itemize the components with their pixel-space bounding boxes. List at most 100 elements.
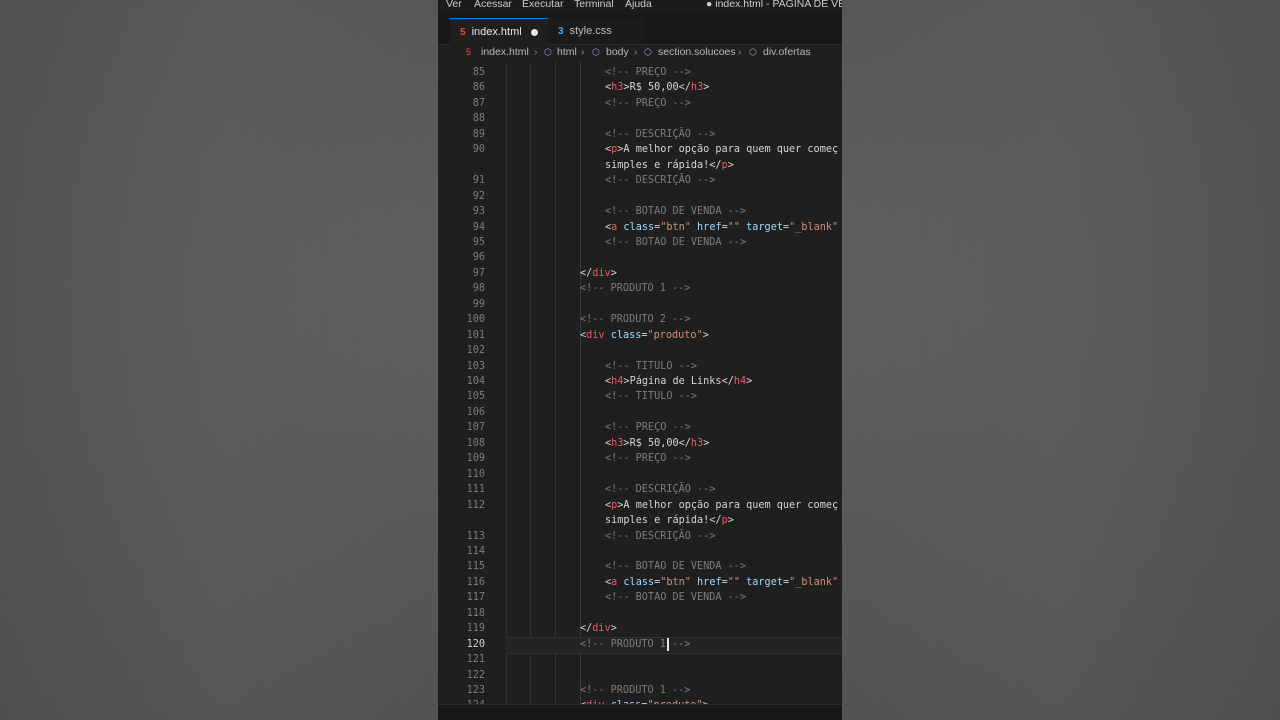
line-number: 119 bbox=[466, 623, 485, 635]
tab-index-html[interactable]: 5 index.html bbox=[450, 18, 548, 45]
line-number: 96 bbox=[472, 252, 485, 264]
chevron-right-icon: › bbox=[581, 46, 585, 58]
line-number: 87 bbox=[472, 97, 485, 109]
code-line[interactable]: <!-- TITULO --> bbox=[605, 391, 697, 402]
line-number: 116 bbox=[466, 576, 485, 588]
tab-style-css[interactable]: 3 style.css bbox=[548, 18, 644, 44]
code-line[interactable]: <a class="btn" href="" target="_blank" bbox=[605, 577, 838, 588]
code-line[interactable]: <p>A melhor opção para quem quer começ bbox=[605, 144, 838, 155]
line-number: 123 bbox=[466, 685, 485, 696]
line-number: 88 bbox=[472, 113, 485, 125]
code-line[interactable]: <!-- TITULO --> bbox=[605, 361, 697, 372]
element-icon: ⬡ bbox=[644, 47, 652, 57]
element-icon: ⬡ bbox=[749, 47, 757, 57]
code-line[interactable]: <!-- BOTAO DE VENDA --> bbox=[605, 561, 746, 572]
code-line[interactable]: <h3>R$ 50,00</h3> bbox=[605, 82, 709, 93]
line-number: 103 bbox=[466, 360, 485, 372]
line-number: 114 bbox=[466, 545, 485, 557]
breadcrumb-item-section[interactable]: section.solucoes bbox=[658, 46, 736, 58]
tab-label: style.css bbox=[569, 25, 612, 37]
line-number: 97 bbox=[472, 267, 485, 279]
code-line[interactable]: simples e rápida!</p> bbox=[605, 160, 734, 171]
menu-item-ver[interactable]: Ver bbox=[446, 0, 462, 10]
code-line[interactable]: <p>A melhor opção para quem quer começ bbox=[605, 500, 838, 511]
html-file-icon: 5 bbox=[460, 26, 466, 38]
code-line[interactable]: <h4>Página de Links</h4> bbox=[605, 376, 752, 387]
text-cursor bbox=[667, 637, 669, 651]
line-number: 112 bbox=[466, 499, 485, 511]
html-file-icon: 5 bbox=[466, 47, 472, 57]
line-number: 105 bbox=[466, 391, 485, 403]
code-line[interactable]: <h3>R$ 50,00</h3> bbox=[605, 438, 709, 449]
line-number: 121 bbox=[466, 654, 485, 666]
menu-item-terminal[interactable]: Terminal bbox=[574, 0, 614, 10]
line-number: 85 bbox=[472, 67, 485, 78]
line-number: 98 bbox=[472, 283, 485, 295]
line-number: 86 bbox=[472, 82, 485, 94]
line-number: 94 bbox=[472, 221, 485, 233]
code-line[interactable]: <!-- BOTAO DE VENDA --> bbox=[605, 237, 746, 248]
breadcrumb-item-body[interactable]: body bbox=[606, 46, 629, 58]
window-title: ● index.html - PAGINA DE VEND bbox=[706, 0, 842, 10]
code-line[interactable]: <!-- PREÇO --> bbox=[605, 67, 691, 78]
line-number: 100 bbox=[466, 314, 485, 326]
line-number: 104 bbox=[466, 376, 485, 387]
code-line[interactable]: <!-- PREÇO --> bbox=[605, 98, 691, 109]
code-line[interactable]: <!-- DESCRIÇÃO --> bbox=[605, 129, 715, 140]
tab-label: index.html bbox=[471, 26, 522, 38]
line-number: 108 bbox=[466, 437, 485, 449]
line-number: 115 bbox=[466, 561, 485, 573]
code-line[interactable]: <a class="btn" href="" target="_blank" bbox=[605, 222, 838, 233]
horizontal-scrollbar[interactable] bbox=[438, 704, 842, 720]
breadcrumb-item-div[interactable]: div.ofertas bbox=[763, 46, 811, 58]
menu-bar: Ver Acessar Executar Terminal Ajuda ● in… bbox=[438, 0, 842, 14]
css-file-icon: 3 bbox=[558, 25, 564, 37]
menu-item-acessar[interactable]: Acessar bbox=[474, 0, 512, 10]
line-number: 110 bbox=[466, 468, 485, 480]
code-line[interactable]: <!-- PREÇO --> bbox=[605, 453, 691, 464]
line-number: 109 bbox=[466, 453, 485, 465]
code-line[interactable]: <!-- PRODUTO 1 --> bbox=[580, 685, 690, 696]
code-line[interactable]: simples e rápida!</p> bbox=[605, 515, 734, 526]
line-number: 117 bbox=[466, 592, 485, 604]
code-line[interactable]: <!-- DESCRIÇÃO --> bbox=[605, 175, 715, 186]
element-icon: ⬡ bbox=[544, 47, 552, 57]
line-number: 101 bbox=[466, 329, 485, 341]
code-line[interactable]: </div> bbox=[580, 623, 617, 634]
tab-bar: 5 index.html 3 style.css bbox=[438, 14, 842, 45]
line-number: 107 bbox=[466, 422, 485, 434]
breadcrumb-item-file[interactable]: index.html bbox=[481, 46, 529, 58]
code-line[interactable]: <!-- BOTAO DE VENDA --> bbox=[605, 206, 746, 217]
breadcrumb: 5 index.html › ⬡ html › ⬡ body › ⬡ secti… bbox=[438, 45, 842, 62]
line-number: 102 bbox=[466, 345, 485, 357]
line-number: 106 bbox=[466, 406, 485, 418]
breadcrumb-item-html[interactable]: html bbox=[557, 46, 577, 58]
chevron-right-icon: › bbox=[534, 46, 538, 58]
line-number: 91 bbox=[472, 175, 485, 187]
code-line[interactable]: <!-- PRODUTO 1 --> bbox=[580, 639, 690, 650]
code-line[interactable]: <!-- PRODUTO 1 --> bbox=[580, 283, 690, 294]
line-number: 99 bbox=[472, 298, 485, 310]
indent-guide bbox=[555, 62, 556, 704]
line-number: 118 bbox=[466, 607, 485, 619]
line-number: 111 bbox=[466, 484, 485, 496]
line-number: 92 bbox=[472, 190, 485, 202]
code-line[interactable]: <!-- PRODUTO 2 --> bbox=[580, 314, 690, 325]
menu-item-executar[interactable]: Executar bbox=[522, 0, 563, 10]
code-line[interactable]: </div> bbox=[580, 268, 617, 279]
menu-item-ajuda[interactable]: Ajuda bbox=[625, 0, 652, 10]
line-number: 113 bbox=[466, 530, 485, 542]
code-line[interactable]: <!-- BOTAO DE VENDA --> bbox=[605, 592, 746, 603]
vscode-window: Ver Acessar Executar Terminal Ajuda ● in… bbox=[438, 0, 842, 720]
line-number: 95 bbox=[472, 236, 485, 248]
line-number: 93 bbox=[472, 206, 485, 218]
code-line[interactable]: <div class="produto"> bbox=[580, 330, 709, 341]
indent-guide bbox=[506, 62, 507, 704]
code-editor[interactable]: 85 <!-- PREÇO --> 86 <h3>R$ 50,00</h3> 87 <!-… bbox=[438, 62, 842, 704]
code-line[interactable]: <!-- DESCRIÇÃO --> bbox=[605, 484, 715, 495]
code-line[interactable]: <!-- DESCRIÇÃO --> bbox=[605, 531, 715, 542]
code-line[interactable]: <!-- PREÇO --> bbox=[605, 422, 691, 433]
modified-dot-icon[interactable] bbox=[530, 28, 538, 36]
line-number: 89 bbox=[472, 128, 485, 140]
indent-guide bbox=[580, 62, 581, 704]
